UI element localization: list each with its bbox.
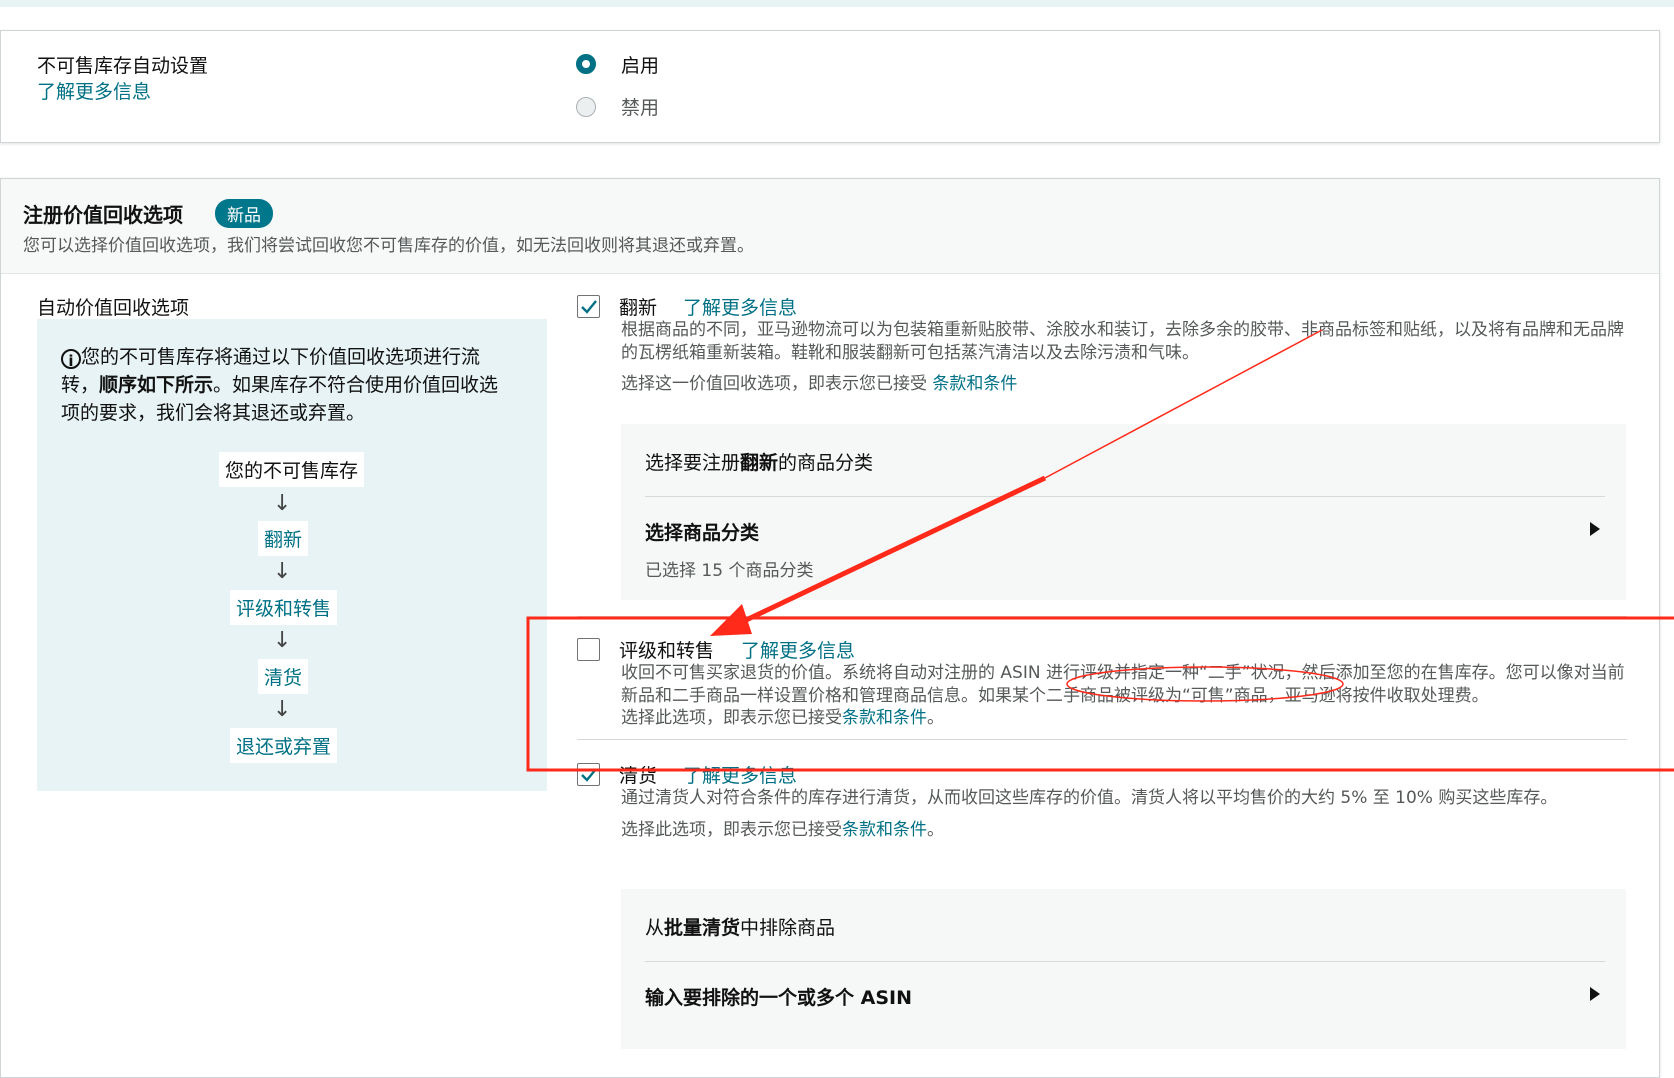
annotation-thin-line (1044, 329, 1323, 479)
annotation-box (526, 616, 1674, 772)
annotation-arrow-shaft (740, 475, 1047, 625)
annotation-arrow-head (710, 604, 752, 636)
annotation-ellipse (1066, 666, 1344, 702)
annotation-overlay (526, 329, 1674, 772)
